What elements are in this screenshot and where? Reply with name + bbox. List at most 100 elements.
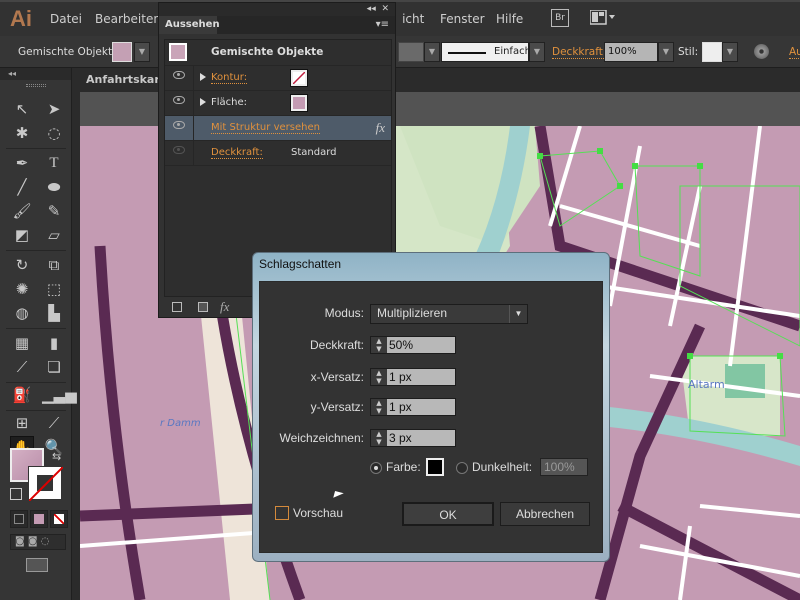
direct-selection-tool-icon[interactable]: ➤ [42,98,66,120]
y-offset-stepper[interactable]: ▲ ▼ 1 px [370,398,456,416]
visibility-eye-icon[interactable] [173,121,185,129]
tools-panel: ◂◂ ↖ ➤ ✱ ◌ ✒ T ╱ ⬬ 🖌 ✎ ◩ ▱ ↻ ⧉ ✺ ⬚ ◍ ▙ ▦… [0,68,77,600]
mode-select[interactable]: Multiplizieren ▼ [370,304,528,324]
gradient-tool-icon[interactable]: ▮ [42,332,66,354]
darkness-radio[interactable] [456,462,468,474]
map-label-altarm: Altarm [688,378,725,391]
fill-swatch[interactable] [290,94,308,112]
swap-colors-icon[interactable]: ⇆ [52,450,61,463]
fill-swatch[interactable] [112,42,132,62]
expand-triangle-icon[interactable] [200,73,206,81]
draw-mode-buttons[interactable]: ◙ ◙ ◌ [10,534,66,550]
panel-menu-icon[interactable]: ▾≡ [376,19,389,30]
stroke-color-box[interactable] [28,466,63,501]
stroke-weight-dropdown[interactable]: ▼ [424,42,440,62]
collapse-icon[interactable]: ◂◂ [0,68,71,80]
eyedropper-tool-icon[interactable]: ⟋ [10,356,34,378]
symbol-sprayer-tool-icon[interactable]: ⛽ [10,384,34,406]
blend-tool-icon[interactable]: ❏ [42,356,66,378]
expand-triangle-icon[interactable] [200,98,206,106]
selection-tool-icon[interactable]: ↖ [10,98,34,120]
rotate-tool-icon[interactable]: ↻ [10,254,34,276]
style-dropdown[interactable]: ▼ [722,42,738,62]
cancel-button[interactable]: Abbrechen [500,502,590,526]
opacity-link[interactable]: Deckkraft: [552,46,607,59]
menu-hilfe[interactable]: Hilfe [496,12,523,26]
dialog-title: Schlagschatten [259,257,342,271]
gradient-mode-button[interactable] [30,510,48,528]
blur-stepper[interactable]: ▲ ▼ 3 px [370,429,456,447]
bridge-button[interactable]: Br [551,9,569,27]
selection-label: Gemischte Objekte [18,46,119,58]
menu-bar: Ai Datei Bearbeiten Ansicht Fenster Hilf… [0,0,800,36]
color-mode-button[interactable] [10,510,28,528]
object-thumbnail [169,43,187,61]
opacity-dropdown[interactable]: ▼ [658,42,674,62]
appearance-header-row: Gemischte Objekte [165,40,391,66]
stroke-swatch[interactable] [290,69,308,87]
fill-dropdown[interactable]: ▼ [134,42,150,62]
magic-wand-tool-icon[interactable]: ✱ [10,122,34,144]
opacity-stepper[interactable]: ▲ ▼ 50% [370,336,456,354]
darkness-input[interactable]: 100% [540,458,588,476]
texture-effect-link[interactable]: Mit Struktur versehen [211,122,320,134]
visibility-eye-icon[interactable] [173,71,185,79]
type-tool-icon[interactable]: T [42,152,66,174]
visibility-eye-icon[interactable] [173,146,185,154]
pen-tool-icon[interactable]: ✒ [10,152,34,174]
layout-icon [589,9,615,25]
stroke-link[interactable]: Kontur: [211,72,248,84]
mesh-tool-icon[interactable]: ▦ [10,332,34,354]
paintbrush-tool-icon[interactable]: 🖌 [10,200,34,222]
appearance-row-opacity[interactable]: Deckkraft: Standard [165,141,391,166]
menu-datei[interactable]: Datei [50,12,82,26]
ellipse-tool-icon[interactable]: ⬬ [42,176,66,198]
menu-bearbeiten[interactable]: Bearbeiten [95,12,161,26]
add-stroke-icon[interactable] [172,302,182,312]
style-swatch[interactable] [702,42,722,62]
panel-collapse-icon[interactable]: ◂◂ [367,4,376,14]
align-link[interactable]: Au [789,46,800,59]
appearance-row-effect[interactable]: Mit Struktur versehen fx [165,116,391,141]
opacity-link[interactable]: Deckkraft: [211,147,263,159]
shape-builder-tool-icon[interactable]: ◍ [10,302,34,324]
add-fill-icon[interactable] [198,302,208,312]
perspective-grid-tool-icon[interactable]: ▙ [42,302,66,324]
appearance-row-fill[interactable]: Fläche: [165,91,391,116]
warp-tool-icon[interactable]: ✺ [10,278,34,300]
preview-checkbox[interactable] [275,506,289,520]
menu-fenster[interactable]: Fenster [440,12,485,26]
stroke-profile-select[interactable]: Einfach [441,42,531,62]
ok-button[interactable]: OK [402,502,494,526]
fill-label: Fläche: [211,97,248,108]
none-mode-button[interactable] [50,510,68,528]
y-offset-label: y-Versatz: [310,400,364,414]
visibility-eye-icon[interactable] [173,96,185,104]
stroke-profile-dropdown[interactable]: ▼ [529,42,545,62]
panel-close-icon[interactable]: ✕ [381,4,389,14]
tab-aussehen[interactable]: Aussehen [159,16,220,34]
line-tool-icon[interactable]: ╱ [10,176,34,198]
default-colors-icon[interactable] [10,488,22,500]
blob-brush-tool-icon[interactable]: ◩ [10,224,34,246]
pencil-tool-icon[interactable]: ✎ [42,200,66,222]
stroke-weight-field[interactable] [398,42,424,62]
add-effect-fx-icon[interactable]: fx [220,299,229,315]
screen-mode-button[interactable] [26,558,48,572]
x-offset-stepper[interactable]: ▲ ▼ 1 px [370,368,456,386]
free-transform-tool-icon[interactable]: ⬚ [42,278,66,300]
appearance-row-stroke[interactable]: Kontur: [165,66,391,91]
scale-tool-icon[interactable]: ⧉ [42,254,66,276]
panel-grip[interactable] [25,84,46,87]
color-radio[interactable] [370,462,382,474]
column-graph-tool-icon[interactable]: ▁▃▅ [42,384,77,406]
fx-icon: fx [375,120,385,135]
slice-tool-icon[interactable]: ⟋ [42,412,66,434]
artboard-tool-icon[interactable]: ⊞ [10,412,34,434]
recolor-icon[interactable] [754,44,769,59]
shadow-color-swatch[interactable] [426,458,444,476]
workspace-switcher-button[interactable] [589,9,618,26]
lasso-tool-icon[interactable]: ◌ [42,122,66,144]
opacity-input[interactable]: 100% [604,42,658,62]
eraser-tool-icon[interactable]: ▱ [42,224,66,246]
